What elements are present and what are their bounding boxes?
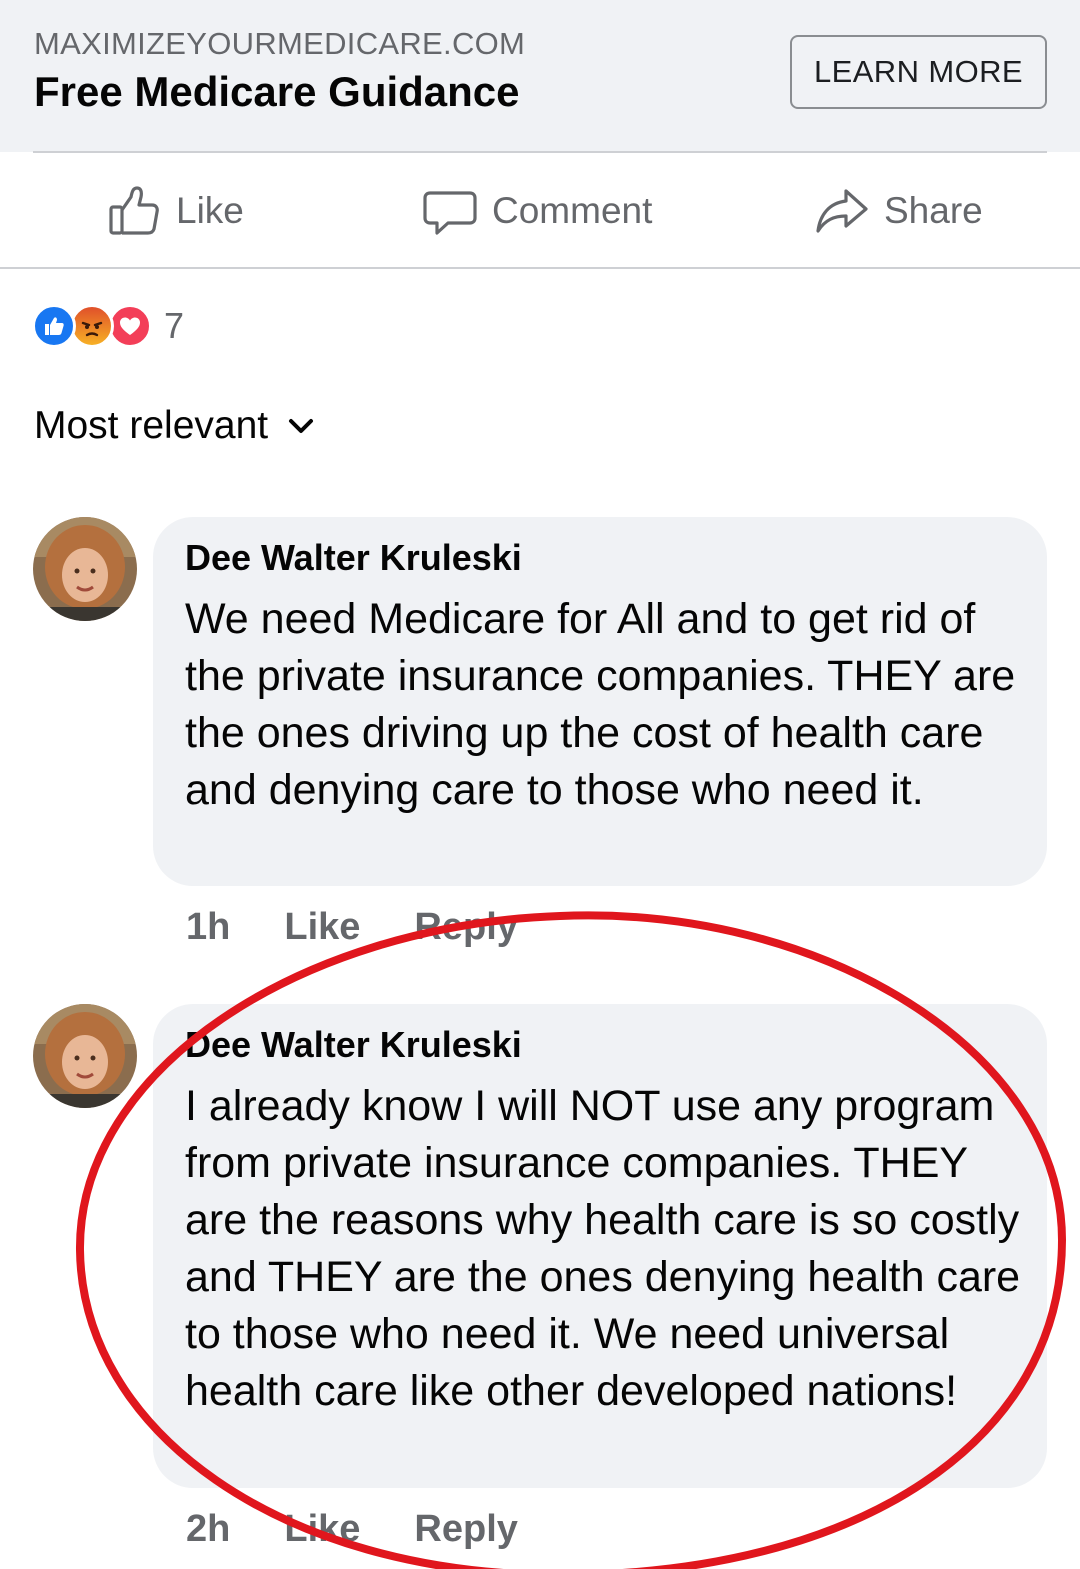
share-label: Share: [884, 190, 983, 231]
comment-meta: 1h Like Reply: [186, 906, 572, 949]
like-label: Like: [176, 190, 244, 231]
chevron-down-icon: [289, 419, 314, 433]
comment-bubble: Dee Walter Kruleski We need Medicare for…: [153, 517, 1047, 886]
comment-time[interactable]: 1h: [186, 906, 230, 949]
comment-like-button[interactable]: Like: [284, 1508, 360, 1551]
comment-reply-button[interactable]: Reply: [414, 906, 517, 949]
comment-meta: 2h Like Reply: [186, 1508, 572, 1551]
comment-label: Comment: [492, 190, 653, 231]
avatar[interactable]: [33, 517, 137, 621]
share-arrow-icon: [816, 189, 868, 233]
facebook-post-view: MAXIMIZEYOURMEDICARE.COM Free Medicare G…: [0, 0, 1080, 1569]
post-action-bar: Like Comment Share: [0, 153, 1080, 269]
comment-text: I already know I will NOT use any progra…: [185, 1082, 1021, 1415]
ad-link-banner[interactable]: MAXIMIZEYOURMEDICARE.COM Free Medicare G…: [0, 0, 1080, 152]
comment-author[interactable]: Dee Walter Kruleski: [185, 1024, 522, 1066]
comment-like-button[interactable]: Like: [284, 906, 360, 949]
share-button[interactable]: Share: [814, 181, 983, 241]
ad-domain: MAXIMIZEYOURMEDICARE.COM: [34, 26, 526, 61]
comment-reply-button[interactable]: Reply: [414, 1508, 517, 1551]
speech-bubble-icon: [423, 191, 477, 235]
comment-author[interactable]: Dee Walter Kruleski: [185, 537, 522, 579]
ad-title[interactable]: Free Medicare Guidance: [34, 68, 520, 116]
avatar[interactable]: [33, 1004, 137, 1108]
comment-sort-dropdown[interactable]: Most relevant: [34, 404, 316, 448]
sort-label: Most relevant: [34, 404, 269, 447]
comment-bubble: Dee Walter Kruleski I already know I wil…: [153, 1004, 1047, 1488]
angry-reaction-icon: [70, 304, 114, 348]
thumbs-up-icon: [109, 186, 159, 235]
comment-time[interactable]: 2h: [186, 1508, 230, 1551]
love-reaction-icon: [108, 304, 152, 348]
reactions-summary[interactable]: 7: [32, 304, 184, 348]
comment-text: We need Medicare for All and to get rid …: [185, 595, 1016, 814]
learn-more-button[interactable]: LEARN MORE: [790, 35, 1047, 109]
comment-button[interactable]: Comment: [422, 181, 652, 241]
reaction-count: 7: [164, 305, 185, 346]
like-button[interactable]: Like: [106, 181, 244, 241]
like-reaction-icon: [32, 304, 76, 348]
